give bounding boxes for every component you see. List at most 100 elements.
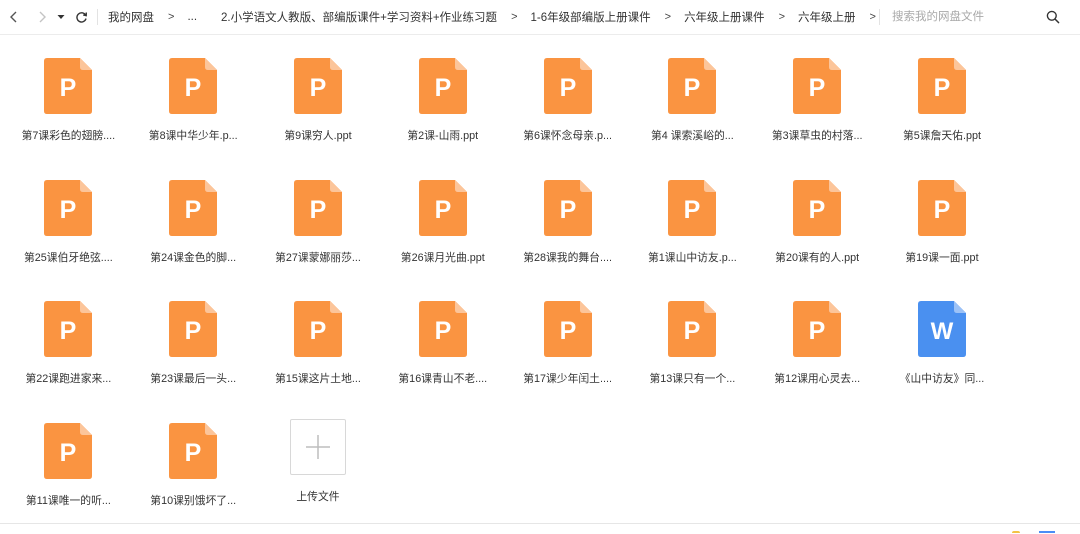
search-divider [879,9,880,25]
file-item[interactable]: P 第2课-山雨.ppt [380,48,505,170]
ppt-file-icon: P [793,180,841,236]
ppt-file-icon: P [169,301,217,357]
file-type-letter: P [310,74,327,102]
ppt-file-icon: P [169,58,217,114]
refresh-button[interactable] [71,0,91,34]
upload-file-button[interactable]: 上传文件 [256,413,381,534]
file-type-letter: P [185,196,202,224]
toolbar: 我的网盘 > ... 2.小学语文人教版、部编版课件+学习资料+作业练习题 > … [0,0,1080,35]
file-item[interactable]: W《山中访友》同... [880,291,1005,413]
breadcrumb-item-ellipsis[interactable]: ... [187,11,197,23]
file-name: 第26课月光曲.ppt [401,249,485,265]
file-name: 第17课少年闰土.... [523,370,612,386]
file-name: 第11课唯一的听... [26,492,111,508]
ppt-file-icon: P [793,301,841,357]
file-name: 第13课只有一个... [649,370,735,386]
file-name: 第1课山中访友.p... [648,249,737,265]
file-name: 第7课彩色的翅膀.... [22,127,116,143]
breadcrumb-item-my-disk[interactable]: 我的网盘 [108,9,154,25]
file-type-letter: P [434,74,451,102]
file-item[interactable]: P 第17课少年闰土.... [505,291,630,413]
status-bar-divider [0,523,1080,524]
history-dropdown-button[interactable] [53,0,69,34]
file-item[interactable]: P 第26课月光曲.ppt [380,170,505,292]
ppt-file-icon: P [668,180,716,236]
file-item[interactable]: P 第7课彩色的翅膀.... [6,48,131,170]
file-item[interactable]: P 第20课有的人.ppt [755,170,880,292]
file-type-letter: P [559,74,576,102]
breadcrumb-item-grade-6-courseware[interactable]: 六年级上册课件 [684,9,765,25]
file-name: 第20课有的人.ppt [775,249,859,265]
file-name: 第28课我的舞台.... [523,249,612,265]
file-name: 第3课草虫的村落... [772,127,863,143]
breadcrumb-separator: > [779,11,785,23]
file-name: 第15课这片土地... [275,370,361,386]
upload-box[interactable] [290,419,346,475]
caret-down-icon [57,14,65,20]
file-item[interactable]: P 第22课跑进家来... [6,291,131,413]
breadcrumb-separator: > [665,11,671,23]
file-item[interactable]: P第10课别饿坏了... [131,413,256,534]
file-item[interactable]: P第8课中华少年.p... [131,48,256,170]
back-button[interactable] [4,0,24,34]
forward-button[interactable] [32,0,52,34]
search-input[interactable] [888,7,1046,27]
toolbar-divider [97,9,98,25]
file-grid: P第7课彩色的翅膀....P第8课中华少年.p...P第9课穷人.pptP第2课… [6,48,1016,534]
file-item[interactable]: P第27课蒙娜丽莎... [256,170,381,292]
file-type-letter: P [809,74,826,102]
ppt-file-icon: P [793,58,841,114]
file-item[interactable]: P 第9课穷人.ppt [256,48,381,170]
file-type-letter: P [185,317,202,345]
file-item[interactable]: P第5课詹天佑.ppt [880,48,1005,170]
file-name: 第23课最后一头... [150,370,236,386]
ppt-file-icon: P [44,301,92,357]
breadcrumb-item-grade-6-first-term[interactable]: 六年级上册 [798,9,856,25]
file-item[interactable]: P 第1课山中访友.p... [630,170,755,292]
file-item[interactable]: P第4 课索溪峪的... [630,48,755,170]
file-type-letter: P [434,196,451,224]
file-item[interactable]: P第6课怀念母亲.p... [505,48,630,170]
file-type-letter: P [60,317,77,345]
file-item[interactable]: P第16课青山不老.... [380,291,505,413]
file-item[interactable]: P 第13课只有一个... [630,291,755,413]
file-type-letter: P [809,317,826,345]
file-name: 第22课跑进家来... [26,370,112,386]
ppt-file-icon: P [44,423,92,479]
file-type-letter: P [684,74,701,102]
breadcrumb-item-grade-1-6[interactable]: 1-6年级部编版上册课件 [531,9,651,25]
refresh-icon [75,11,88,24]
ppt-file-icon: P [419,58,467,114]
breadcrumb-separator: > [168,11,174,23]
file-type-letter: P [559,317,576,345]
upload-label: 上传文件 [296,488,339,504]
file-type-letter: P [185,74,202,102]
file-item[interactable]: P第25课伯牙绝弦.... [6,170,131,292]
file-item[interactable]: P 第11课唯一的听... [6,413,131,534]
ppt-file-icon: P [918,180,966,236]
file-item[interactable]: P 第19课一面.ppt [880,170,1005,292]
file-name: 第19课一面.ppt [905,249,978,265]
file-type-letter: P [60,74,77,102]
file-name: 《山中访友》同... [900,370,985,386]
file-type-letter: P [934,74,951,102]
breadcrumb-item-courseware-folder[interactable]: 2.小学语文人教版、部编版课件+学习资料+作业练习题 [221,9,497,25]
breadcrumb-separator: > [870,11,876,23]
ppt-file-icon: P [169,180,217,236]
search-button[interactable] [1045,9,1061,25]
file-item[interactable]: P 第15课这片土地... [256,291,381,413]
file-item[interactable]: P 第23课最后一头... [131,291,256,413]
file-item[interactable]: P 第12课用心灵去... [755,291,880,413]
file-name: 第12课用心灵去... [774,370,860,386]
file-type-letter: P [434,317,451,345]
file-name: 第9课穷人.ppt [284,127,351,143]
ppt-file-icon: P [419,301,467,357]
file-item[interactable]: P第28课我的舞台.... [505,170,630,292]
file-item[interactable]: P 第24课金色的脚... [131,170,256,292]
file-name: 第2课-山雨.ppt [407,127,478,143]
file-type-letter: P [684,317,701,345]
file-name: 第24课金色的脚... [150,249,236,265]
file-item[interactable]: P 第3课草虫的村落... [755,48,880,170]
ppt-file-icon: P [294,301,342,357]
file-name: 第10课别饿坏了... [150,492,236,508]
